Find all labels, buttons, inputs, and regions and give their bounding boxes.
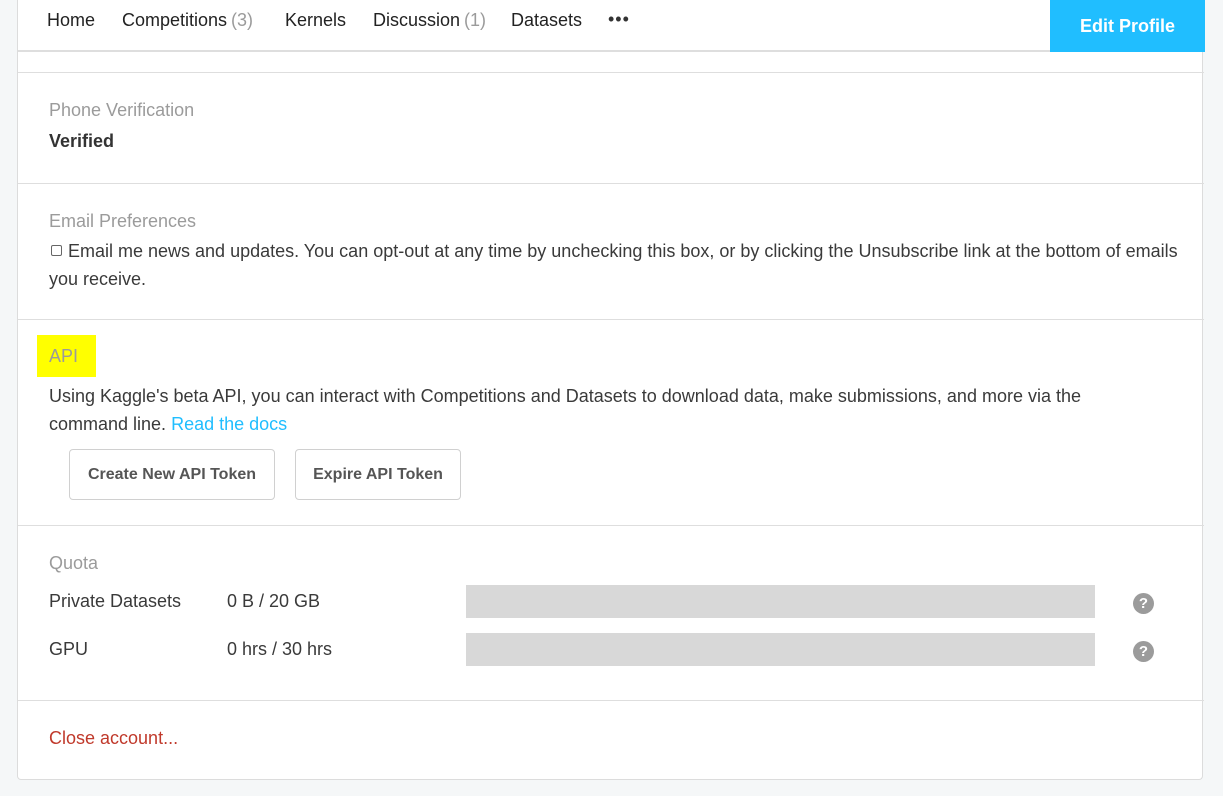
nav-tab-competitions[interactable]: Competitions (3) [122, 10, 253, 31]
nav-tab-kernels[interactable]: Kernels [285, 10, 346, 31]
quota-gpu-bar [466, 633, 1095, 666]
nav-tab-discussion-label: Discussion [373, 10, 461, 30]
divider [18, 319, 1204, 320]
nav-tab-kernels-label: Kernels [285, 10, 347, 30]
competitions-count: (3) [231, 10, 254, 30]
edit-profile-button[interactable]: Edit Profile [1050, 0, 1205, 52]
profile-settings-card: Home Competitions (3) Kernels Discussion(… [17, 0, 1205, 780]
email-updates-checkbox[interactable] [51, 245, 62, 256]
quota-title: Quota [49, 553, 99, 573]
nav-tab-home[interactable]: Home [47, 10, 95, 31]
nav-tab-datasets[interactable]: Datasets [511, 10, 582, 31]
create-api-token-button[interactable]: Create New API Token [69, 449, 275, 500]
phone-verification-status: Verified [49, 131, 115, 151]
email-preference-option: Email me news and updates. You can opt-o… [49, 237, 1179, 293]
phone-verification-title: Phone Verification [49, 100, 195, 120]
divider [18, 525, 1204, 526]
question-circle-icon[interactable]: ? [1133, 641, 1154, 662]
discussion-count: (1) [464, 10, 487, 30]
quota-gpu-label: GPU [49, 639, 89, 659]
more-menu-icon[interactable]: ••• [608, 9, 630, 30]
quota-private-datasets-label: Private Datasets [49, 591, 182, 611]
nav-tab-home-label: Home [47, 10, 96, 30]
api-description: Using Kaggle's beta API, you can interac… [49, 382, 1159, 438]
divider [18, 700, 1204, 701]
divider [18, 183, 1204, 184]
divider [18, 72, 1204, 73]
quota-gpu-value: 0 hrs / 30 hrs [227, 639, 333, 659]
question-circle-icon[interactable]: ? [1133, 593, 1154, 614]
close-account-link[interactable]: Close account... [49, 728, 178, 749]
quota-private-datasets-value: 0 B / 20 GB [227, 591, 321, 611]
read-the-docs-link[interactable]: Read the docs [171, 414, 287, 434]
api-section-title: API [49, 346, 79, 366]
email-preferences-title: Email Preferences [49, 211, 197, 231]
quota-private-datasets-bar [466, 585, 1095, 618]
email-updates-label: Email me news and updates. You can opt-o… [49, 241, 1178, 289]
nav-tab-datasets-label: Datasets [511, 10, 583, 30]
nav-tab-discussion[interactable]: Discussion (1) [373, 10, 486, 31]
nav-tab-competitions-label: Competitions [122, 10, 228, 30]
profile-nav-bar: Home Competitions (3) Kernels Discussion(… [18, 0, 1205, 52]
expire-api-token-button[interactable]: Expire API Token [295, 449, 461, 500]
